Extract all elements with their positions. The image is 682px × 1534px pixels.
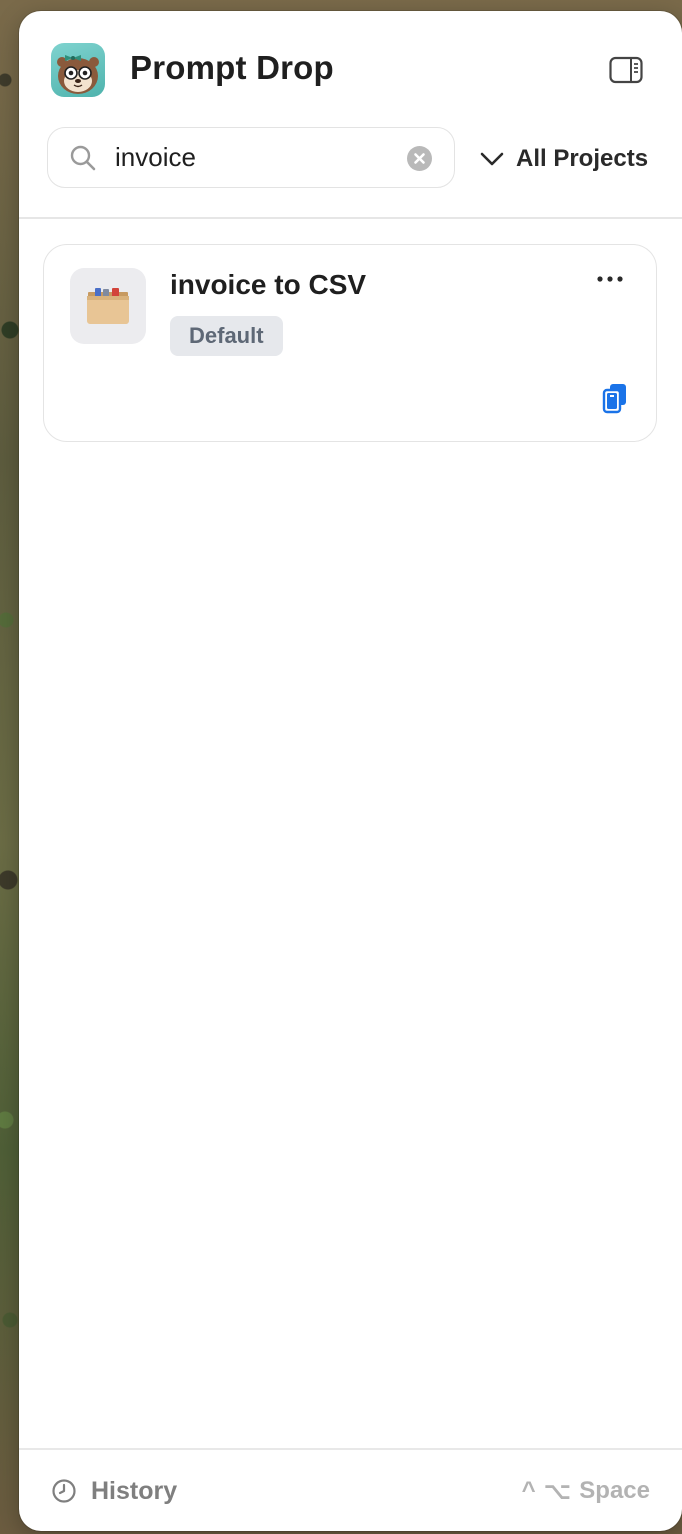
search-icon — [70, 145, 96, 171]
sidebar-toggle-button[interactable] — [609, 56, 643, 84]
card-file-box-icon — [87, 288, 129, 324]
project-badge: Default — [170, 316, 283, 356]
space-key: Space — [579, 1477, 650, 1504]
prompt-drop-panel: Prompt Drop All Projects — [19, 11, 682, 1531]
option-key: ⌥ — [543, 1477, 572, 1505]
projects-filter-label: All Projects — [516, 145, 649, 172]
prompt-title: invoice to CSV — [170, 269, 367, 300]
app-title: Prompt Drop — [130, 49, 334, 86]
chevron-down-icon — [480, 152, 504, 166]
history-label: History — [91, 1476, 178, 1505]
sidebar-right-icon — [609, 56, 643, 84]
history-button[interactable]: History — [51, 1473, 177, 1509]
search-input[interactable] — [115, 140, 395, 174]
clear-circle-icon — [414, 153, 425, 164]
copy-prompt-button[interactable] — [599, 381, 631, 415]
card-thumbnail — [70, 268, 146, 344]
clear-search-button[interactable] — [407, 146, 432, 171]
keyboard-shortcut-hint: ^ ⌥ Space — [522, 1473, 650, 1509]
search-box[interactable] — [47, 127, 455, 188]
ellipsis-icon — [597, 276, 623, 282]
clock-icon — [52, 1479, 76, 1503]
projects-filter-dropdown[interactable]: All Projects — [480, 141, 648, 177]
otter-mascot-icon — [51, 43, 105, 97]
control-key: ^ — [521, 1477, 536, 1504]
copy-icon — [602, 384, 626, 414]
more-options-button[interactable] — [594, 267, 626, 291]
header-divider — [19, 217, 682, 219]
footer-divider — [19, 1448, 682, 1450]
prompt-card[interactable]: invoice to CSV Default — [43, 244, 657, 442]
